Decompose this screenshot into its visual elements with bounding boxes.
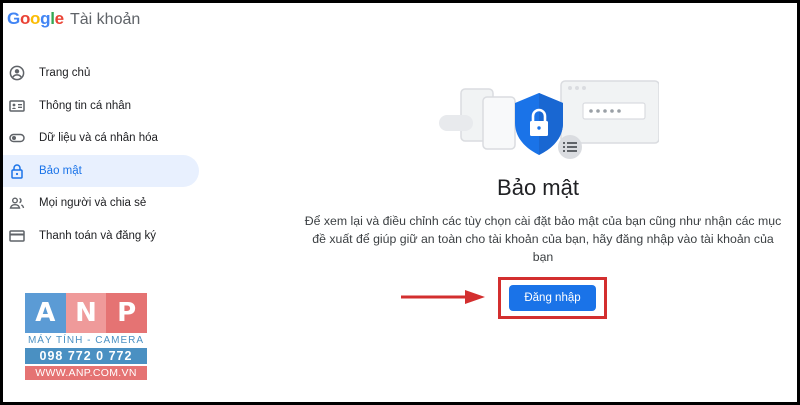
sidebar-item-payments[interactable]: Thanh toán và đăng ký — [3, 220, 203, 252]
account-circle-icon — [9, 65, 25, 81]
anp-watermark: A N P MÁY TÍNH - CAMERA 098 772 0 772 WW… — [25, 293, 148, 380]
sidebar-item-label: Bảo mật — [39, 164, 82, 177]
red-arrow-annotation — [401, 290, 485, 304]
security-shield-illustration — [439, 80, 659, 159]
anp-subtitle: MÁY TÍNH - CAMERA — [27, 335, 145, 346]
header: Google Tài khoản — [3, 3, 797, 39]
sidebar-item-people-sharing[interactable]: Mọi người và chia sẻ — [3, 187, 203, 219]
sidebar-nav: Trang chủ Thông tin cá nhân Dữ liệu và c… — [3, 57, 203, 252]
sidebar-item-label: Thông tin cá nhân — [39, 99, 132, 112]
toggle-icon — [9, 130, 25, 146]
logo-letter: o — [30, 9, 41, 28]
sidebar-item-label: Mọi người và chia sẻ — [39, 197, 147, 209]
sidebar-item-label: Trang chủ — [39, 67, 91, 79]
sidebar-item-label: Dữ liệu và cá nhân hóa — [39, 132, 158, 144]
google-logo[interactable]: Google — [7, 9, 64, 29]
anp-letter: P — [106, 293, 148, 333]
credit-card-icon — [9, 228, 25, 244]
product-name: Tài khoản — [70, 11, 141, 28]
people-icon — [9, 195, 25, 211]
page-description: Để xem lại và điều chỉnh các tùy chọn cà… — [304, 214, 782, 264]
anp-logo: A N P — [25, 293, 148, 333]
sidebar-item-security[interactable]: Bảo mật — [3, 154, 199, 187]
screenshot-frame: Google Tài khoản Trang chủ Thông tin cá … — [3, 3, 797, 402]
logo-letter: e — [54, 9, 64, 28]
login-highlight-box: Đăng nhập — [498, 277, 607, 319]
sidebar-item-personal-info[interactable]: Thông tin cá nhân — [3, 90, 203, 122]
lock-icon — [9, 163, 25, 179]
anp-letter: N — [65, 293, 107, 333]
page-title: Bảo mật — [497, 175, 579, 200]
logo-letter: G — [7, 9, 20, 28]
anp-letter: A — [25, 293, 66, 333]
sidebar-item-data-privacy[interactable]: Dữ liệu và cá nhân hóa — [3, 122, 203, 154]
anp-phone: 098 772 0 772 — [25, 348, 147, 364]
id-card-icon — [9, 98, 25, 114]
login-button[interactable]: Đăng nhập — [509, 285, 596, 311]
logo-letter: o — [19, 9, 31, 28]
anp-website: WWW.ANP.COM.VN — [25, 366, 147, 380]
sidebar-item-label: Thanh toán và đăng ký — [39, 229, 156, 242]
logo-letter: g — [40, 9, 51, 28]
sidebar-item-home[interactable]: Trang chủ — [3, 57, 203, 89]
